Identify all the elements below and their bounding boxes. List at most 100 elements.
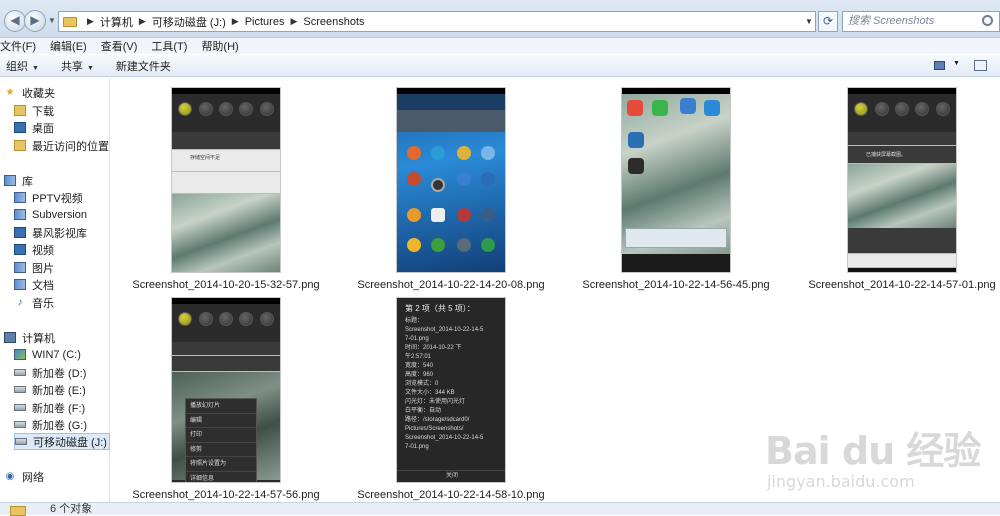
breadcrumb-separator[interactable]: ▶ — [232, 16, 239, 27]
watermark-logo-text: Bai du 经验 — [765, 429, 981, 473]
nav-label: 新加卷 (G:) — [32, 419, 87, 432]
menu-item: 修剪 — [186, 443, 256, 457]
detail-line: Pictures/Screenshots/ — [405, 426, 464, 432]
file-thumbnail[interactable]: 已捕获屏幕截图。 — [847, 87, 957, 273]
detail-line: Screenshot_2014-10-22-14-5 — [405, 327, 484, 333]
search-icon[interactable] — [982, 15, 993, 26]
nav-lib-documents[interactable]: 文档 — [14, 276, 54, 293]
nav-drive-e[interactable]: 新加卷 (E:) — [14, 381, 86, 398]
breadcrumb-separator[interactable]: ▶ — [139, 16, 146, 27]
library-icon — [4, 175, 16, 186]
change-view-icon[interactable] — [934, 61, 945, 70]
search-placeholder: 搜索 Screenshots — [848, 15, 935, 27]
nav-label: 新加卷 (F:) — [32, 402, 86, 415]
share-button[interactable]: 共享 ▼ — [61, 58, 94, 74]
thumb-notif-text: 存储空间不足 — [190, 155, 221, 161]
breadcrumb-separator[interactable]: ▶ — [290, 16, 297, 27]
menu-help[interactable]: 帮助(H) — [201, 38, 238, 54]
nav-label: 计算机 — [22, 332, 55, 345]
file-name-label[interactable]: Screenshot_2014-10-22-14-57-01.png — [802, 279, 1000, 291]
detail-line: 宽度：540 — [405, 363, 434, 369]
nav-drive-c[interactable]: WIN7 (C:) — [14, 346, 81, 363]
nav-label: 库 — [22, 175, 33, 188]
drive-icon — [14, 404, 26, 411]
recent-pages-dropdown[interactable]: ▼ — [48, 16, 56, 25]
nav-label: PPTV视频 — [32, 192, 83, 205]
refresh-button[interactable]: ⟳ — [818, 11, 838, 32]
nav-lib-music[interactable]: ♪ 音乐 — [14, 294, 55, 311]
view-options-dropdown[interactable]: ▼ — [953, 60, 960, 67]
pictures-library-icon — [14, 262, 26, 273]
file-thumbnail[interactable]: 播放幻灯片 编辑 打印 修剪 将照片设置为 详细信息 — [171, 297, 281, 483]
breadcrumb-pictures[interactable]: Pictures — [245, 16, 285, 28]
nav-drive-j[interactable]: 可移动磁盘 (J:) — [14, 433, 110, 450]
system-drive-icon — [14, 349, 26, 360]
organize-label: 组织 — [6, 60, 28, 73]
chevron-down-icon: ▼ — [86, 64, 94, 72]
menu-item: 播放幻灯片 — [186, 399, 256, 414]
nav-libraries[interactable]: 库 — [4, 172, 33, 189]
detail-line: 7-01.png — [405, 444, 429, 450]
nav-computer[interactable]: 计算机 — [4, 329, 55, 346]
nav-network[interactable]: ◉ 网络 — [4, 468, 44, 485]
file-thumbnail[interactable]: 存储空间不足 — [171, 87, 281, 273]
breadcrumb-removable-disk[interactable]: 可移动磁盘 (J:) — [152, 14, 226, 30]
nav-drive-g[interactable]: 新加卷 (G:) — [14, 416, 87, 433]
library-icon — [14, 192, 26, 203]
status-bar: 6 个对象 — [0, 502, 1000, 516]
new-folder-button[interactable]: 新建文件夹 — [116, 58, 171, 74]
nav-drive-f[interactable]: 新加卷 (F:) — [14, 399, 85, 416]
breadcrumb-separator[interactable]: ▶ — [87, 16, 94, 27]
file-thumbnail[interactable] — [621, 87, 731, 273]
folder-icon — [63, 16, 77, 27]
nav-downloads[interactable]: 下载 — [14, 102, 54, 119]
menu-edit[interactable]: 编辑(E) — [50, 38, 87, 54]
breadcrumb-screenshots[interactable]: Screenshots — [303, 16, 364, 28]
menu-file[interactable]: 文件(F) — [0, 38, 36, 54]
file-name-label[interactable]: Screenshot_2014-10-22-14-58-10.png — [351, 489, 551, 501]
removable-drive-icon — [15, 438, 27, 445]
video-library-icon — [14, 227, 26, 238]
address-history-dropdown[interactable]: ▼ — [805, 17, 813, 26]
menu-item: 将照片设置为 — [186, 457, 256, 472]
address-box[interactable]: ▶ 计算机 ▶ 可移动磁盘 (J:) ▶ Pictures ▶ Screensh… — [58, 11, 816, 32]
menu-item: 详细信息 — [186, 472, 256, 483]
file-name-label[interactable]: Screenshot_2014-10-20-15-32-57.png — [126, 279, 326, 291]
nav-favorites[interactable]: ★ 收藏夹 — [4, 84, 55, 101]
nav-lib-videos[interactable]: 视频 — [14, 241, 54, 258]
detail-line: 浏览模式：0 — [405, 381, 439, 387]
detail-title: 第 2 项（共 5 项）： — [405, 304, 475, 313]
file-thumbnail[interactable]: 第 2 项（共 5 项）： 标题： Screenshot_2014-10-22-… — [396, 297, 506, 483]
detail-line: 路径：/storage/sdcard0/ — [405, 417, 470, 423]
menu-tools[interactable]: 工具(T) — [151, 38, 187, 54]
file-name-label[interactable]: Screenshot_2014-10-22-14-57-56.png — [126, 489, 326, 501]
search-input[interactable]: 搜索 Screenshots — [842, 11, 1000, 32]
nav-lib-subversion[interactable]: Subversion — [14, 206, 87, 223]
preview-pane-icon[interactable] — [974, 60, 987, 71]
nav-lib-baofeng[interactable]: 暴风影视库 — [14, 224, 87, 241]
nav-label: 新加卷 (D:) — [32, 367, 87, 380]
notification-storage-low: 存储空间不足 — [172, 150, 280, 172]
back-button[interactable]: ◀ — [4, 10, 26, 32]
nav-drive-d[interactable]: 新加卷 (D:) — [14, 364, 86, 381]
forward-button[interactable]: ▶ — [24, 10, 46, 32]
breadcrumb-computer[interactable]: 计算机 — [100, 14, 133, 30]
menu-view[interactable]: 查看(V) — [101, 38, 138, 54]
file-name-label[interactable]: Screenshot_2014-10-22-14-56-45.png — [576, 279, 776, 291]
nav-recent-places[interactable]: 最近访问的位置 — [14, 137, 109, 154]
file-thumbnail[interactable] — [396, 87, 506, 273]
detail-line: 午2:57:01 — [405, 354, 432, 360]
detail-line: 文件大小：344 KB — [405, 390, 455, 396]
item-count: 6 个对象 — [50, 503, 93, 515]
context-menu: 播放幻灯片 编辑 打印 修剪 将照片设置为 详细信息 — [185, 398, 257, 483]
nav-lib-pictures[interactable]: 图片 — [14, 259, 54, 276]
menu-item: 打印 — [186, 428, 256, 443]
file-name-label[interactable]: Screenshot_2014-10-22-14-20-08.png — [351, 279, 551, 291]
nav-label: 下载 — [32, 105, 54, 118]
drive-icon — [14, 421, 26, 428]
nav-label: 可移动磁盘 (J:) — [33, 436, 107, 449]
nav-desktop[interactable]: 桌面 — [14, 119, 54, 136]
nav-lib-pptv[interactable]: PPTV视频 — [14, 189, 83, 206]
organize-button[interactable]: 组织 ▼ — [6, 58, 39, 74]
star-icon: ★ — [5, 87, 15, 98]
